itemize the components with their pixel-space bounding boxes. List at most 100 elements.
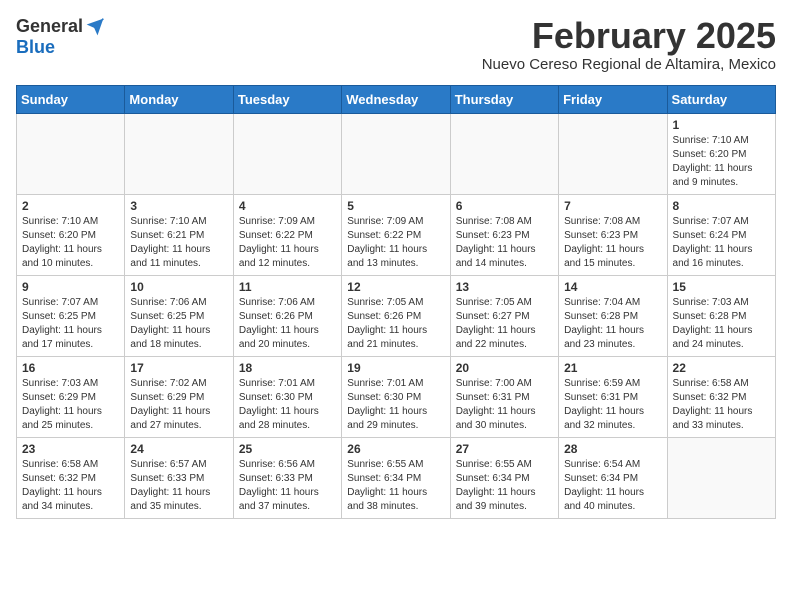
- calendar-table: SundayMondayTuesdayWednesdayThursdayFrid…: [16, 85, 776, 519]
- page-header: General Blue February 2025 Nuevo Cereso …: [16, 16, 776, 73]
- calendar-cell: 4 Sunrise: 7:09 AM Sunset: 6:22 PM Daylig…: [233, 194, 341, 275]
- day-number: 23: [22, 442, 119, 456]
- calendar-week-row: 2Sunrise: 7:10 AM Sunset: 6:20 PM Daylig…: [17, 194, 776, 275]
- calendar-cell: 21 Sunrise: 6:59 AM Sunset: 6:31 PM Dayli…: [559, 356, 667, 437]
- day-number: 25: [239, 442, 336, 456]
- calendar-cell: 24 Sunrise: 6:57 AM Sunset: 6:33 PM Dayli…: [125, 437, 233, 518]
- day-info: Sunrise: 6:55 AM Sunset: 6:34 PM Dayligh…: [347, 458, 444, 514]
- day-info: Sunrise: 7:07 AM Sunset: 6:25 PM Dayligh…: [22, 296, 119, 352]
- calendar-cell: 1 Sunrise: 7:10 AM Sunset: 6:20 PM Daylig…: [667, 113, 775, 194]
- calendar-cell: 25Sunrise: 6:56 AM Sunset: 6:33 PM Dayli…: [233, 437, 341, 518]
- calendar-cell: 13Sunrise: 7:05 AM Sunset: 6:27 PM Dayli…: [450, 275, 558, 356]
- calendar-cell: [17, 113, 125, 194]
- calendar-week-row: 23 Sunrise: 6:58 AM Sunset: 6:32 PM Dayli…: [17, 437, 776, 518]
- day-info: Sunrise: 7:01 AM Sunset: 6:30 PM Dayligh…: [239, 377, 336, 433]
- day-number: 1: [673, 118, 770, 132]
- day-number: 4: [239, 199, 336, 213]
- weekday-header-monday: Monday: [125, 85, 233, 113]
- day-info: Sunrise: 7:06 AM Sunset: 6:25 PM Dayligh…: [130, 296, 227, 352]
- calendar-cell: 27 Sunrise: 6:55 AM Sunset: 6:34 PM Dayli…: [450, 437, 558, 518]
- calendar-cell: 18 Sunrise: 7:01 AM Sunset: 6:30 PM Dayli…: [233, 356, 341, 437]
- day-number: 22: [673, 361, 770, 375]
- day-number: 21: [564, 361, 661, 375]
- weekday-header-friday: Friday: [559, 85, 667, 113]
- day-number: 27: [456, 442, 553, 456]
- calendar-cell: 10 Sunrise: 7:06 AM Sunset: 6:25 PM Dayli…: [125, 275, 233, 356]
- day-number: 28: [564, 442, 661, 456]
- weekday-header-wednesday: Wednesday: [342, 85, 450, 113]
- day-info: Sunrise: 7:01 AM Sunset: 6:30 PM Dayligh…: [347, 377, 444, 433]
- day-number: 5: [347, 199, 444, 213]
- logo-bird-icon: [85, 17, 105, 37]
- calendar-cell: [233, 113, 341, 194]
- calendar-cell: 12 Sunrise: 7:05 AM Sunset: 6:26 PM Dayli…: [342, 275, 450, 356]
- day-number: 9: [22, 280, 119, 294]
- calendar-cell: 5 Sunrise: 7:09 AM Sunset: 6:22 PM Daylig…: [342, 194, 450, 275]
- day-number: 11: [239, 280, 336, 294]
- calendar-cell: 17 Sunrise: 7:02 AM Sunset: 6:29 PM Dayli…: [125, 356, 233, 437]
- calendar-week-row: 16 Sunrise: 7:03 AM Sunset: 6:29 PM Dayli…: [17, 356, 776, 437]
- calendar-cell: 8 Sunrise: 7:07 AM Sunset: 6:24 PM Daylig…: [667, 194, 775, 275]
- logo-blue-text: Blue: [16, 37, 55, 58]
- calendar-week-row: 1 Sunrise: 7:10 AM Sunset: 6:20 PM Daylig…: [17, 113, 776, 194]
- day-info: Sunrise: 6:55 AM Sunset: 6:34 PM Dayligh…: [456, 458, 553, 514]
- calendar-week-row: 9 Sunrise: 7:07 AM Sunset: 6:25 PM Daylig…: [17, 275, 776, 356]
- day-number: 16: [22, 361, 119, 375]
- day-info: Sunrise: 7:03 AM Sunset: 6:28 PM Dayligh…: [673, 296, 770, 352]
- calendar-cell: [125, 113, 233, 194]
- day-info: Sunrise: 7:09 AM Sunset: 6:22 PM Dayligh…: [347, 215, 444, 271]
- day-number: 20: [456, 361, 553, 375]
- calendar-cell: 3 Sunrise: 7:10 AM Sunset: 6:21 PM Daylig…: [125, 194, 233, 275]
- day-info: Sunrise: 7:10 AM Sunset: 6:21 PM Dayligh…: [130, 215, 227, 271]
- calendar-cell: 19 Sunrise: 7:01 AM Sunset: 6:30 PM Dayli…: [342, 356, 450, 437]
- calendar-cell: [559, 113, 667, 194]
- weekday-header-sunday: Sunday: [17, 85, 125, 113]
- weekday-header-saturday: Saturday: [667, 85, 775, 113]
- logo: General Blue: [16, 16, 105, 58]
- weekday-header-thursday: Thursday: [450, 85, 558, 113]
- day-info: Sunrise: 7:06 AM Sunset: 6:26 PM Dayligh…: [239, 296, 336, 352]
- day-number: 12: [347, 280, 444, 294]
- day-info: Sunrise: 7:05 AM Sunset: 6:26 PM Dayligh…: [347, 296, 444, 352]
- calendar-cell: 28 Sunrise: 6:54 AM Sunset: 6:34 PM Dayli…: [559, 437, 667, 518]
- day-info: Sunrise: 6:59 AM Sunset: 6:31 PM Dayligh…: [564, 377, 661, 433]
- calendar-cell: [342, 113, 450, 194]
- day-number: 19: [347, 361, 444, 375]
- day-info: Sunrise: 7:10 AM Sunset: 6:20 PM Dayligh…: [673, 134, 770, 190]
- day-info: Sunrise: 7:08 AM Sunset: 6:23 PM Dayligh…: [456, 215, 553, 271]
- calendar-cell: [667, 437, 775, 518]
- day-number: 3: [130, 199, 227, 213]
- day-number: 17: [130, 361, 227, 375]
- day-number: 6: [456, 199, 553, 213]
- day-info: Sunrise: 6:54 AM Sunset: 6:34 PM Dayligh…: [564, 458, 661, 514]
- day-number: 26: [347, 442, 444, 456]
- day-number: 24: [130, 442, 227, 456]
- calendar-cell: 15 Sunrise: 7:03 AM Sunset: 6:28 PM Dayli…: [667, 275, 775, 356]
- calendar-cell: 23 Sunrise: 6:58 AM Sunset: 6:32 PM Dayli…: [17, 437, 125, 518]
- calendar-cell: 14Sunrise: 7:04 AM Sunset: 6:28 PM Dayli…: [559, 275, 667, 356]
- calendar-cell: 22 Sunrise: 6:58 AM Sunset: 6:32 PM Dayli…: [667, 356, 775, 437]
- weekday-header-tuesday: Tuesday: [233, 85, 341, 113]
- calendar-cell: [450, 113, 558, 194]
- day-info: Sunrise: 7:08 AM Sunset: 6:23 PM Dayligh…: [564, 215, 661, 271]
- day-info: Sunrise: 7:07 AM Sunset: 6:24 PM Dayligh…: [673, 215, 770, 271]
- month-title: February 2025: [482, 16, 776, 56]
- calendar-cell: 2Sunrise: 7:10 AM Sunset: 6:20 PM Daylig…: [17, 194, 125, 275]
- day-number: 14: [564, 280, 661, 294]
- day-info: Sunrise: 7:09 AM Sunset: 6:22 PM Dayligh…: [239, 215, 336, 271]
- day-info: Sunrise: 7:00 AM Sunset: 6:31 PM Dayligh…: [456, 377, 553, 433]
- day-info: Sunrise: 7:03 AM Sunset: 6:29 PM Dayligh…: [22, 377, 119, 433]
- day-number: 10: [130, 280, 227, 294]
- day-number: 15: [673, 280, 770, 294]
- day-info: Sunrise: 7:05 AM Sunset: 6:27 PM Dayligh…: [456, 296, 553, 352]
- day-info: Sunrise: 6:57 AM Sunset: 6:33 PM Dayligh…: [130, 458, 227, 514]
- day-info: Sunrise: 7:10 AM Sunset: 6:20 PM Dayligh…: [22, 215, 119, 271]
- day-info: Sunrise: 6:58 AM Sunset: 6:32 PM Dayligh…: [673, 377, 770, 433]
- day-number: 18: [239, 361, 336, 375]
- calendar-cell: 9 Sunrise: 7:07 AM Sunset: 6:25 PM Daylig…: [17, 275, 125, 356]
- day-number: 8: [673, 199, 770, 213]
- day-info: Sunrise: 7:02 AM Sunset: 6:29 PM Dayligh…: [130, 377, 227, 433]
- weekday-header-row: SundayMondayTuesdayWednesdayThursdayFrid…: [17, 85, 776, 113]
- logo-general-text: General: [16, 16, 83, 37]
- day-info: Sunrise: 6:58 AM Sunset: 6:32 PM Dayligh…: [22, 458, 119, 514]
